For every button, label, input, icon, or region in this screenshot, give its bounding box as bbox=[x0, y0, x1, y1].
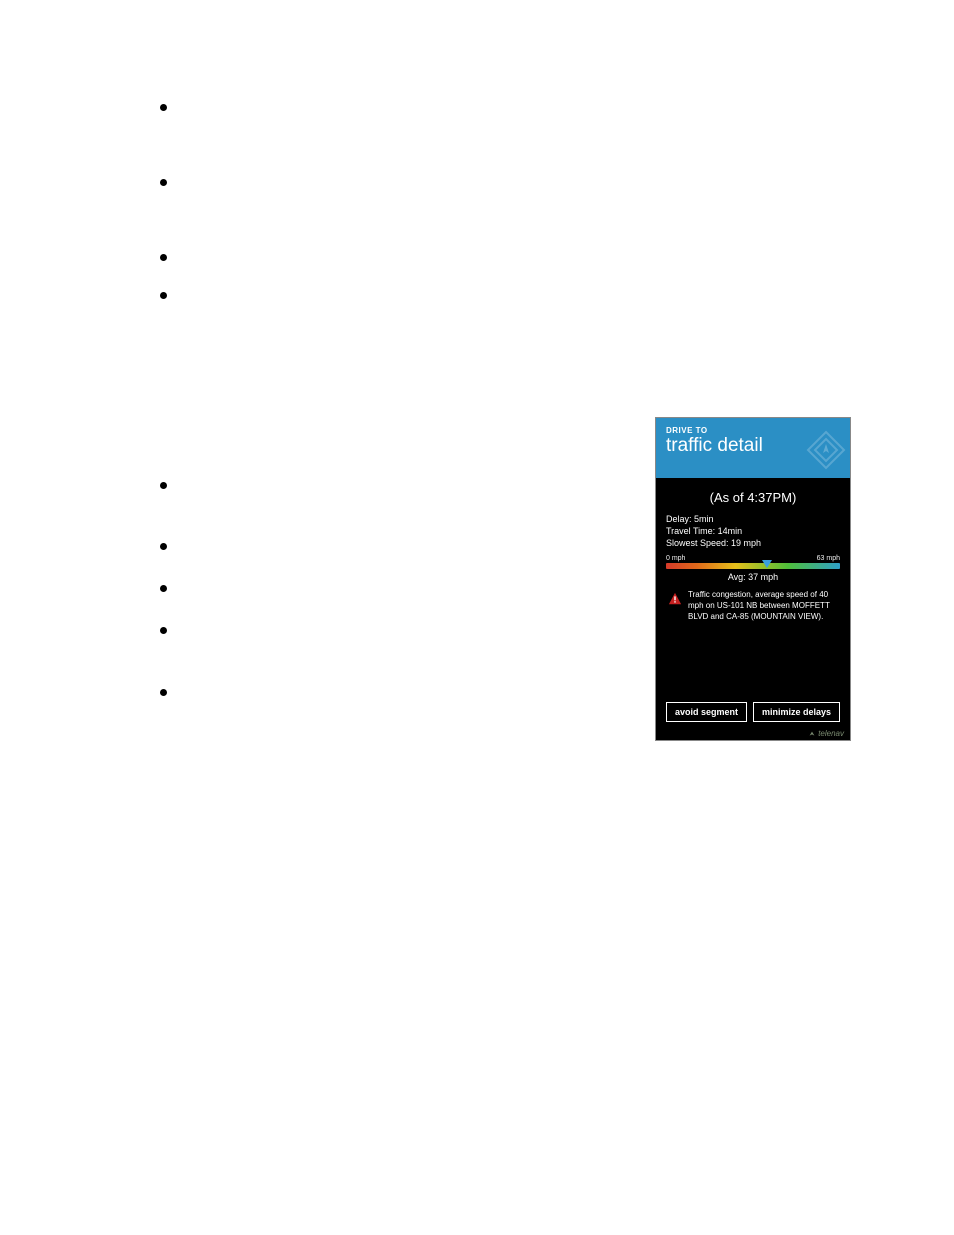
delay-value: Delay: 5min bbox=[666, 513, 840, 525]
slowest-speed-value: Slowest Speed: 19 mph bbox=[666, 537, 840, 549]
gauge-min-label: 0 mph bbox=[666, 555, 685, 562]
speed-gauge-marker-icon bbox=[762, 560, 772, 568]
bullet bbox=[160, 292, 167, 299]
bullet bbox=[160, 627, 167, 634]
avoid-segment-button[interactable]: avoid segment bbox=[666, 702, 747, 722]
incident-row: Traffic congestion, average speed of 40 … bbox=[666, 590, 840, 622]
bullet bbox=[160, 689, 167, 696]
speed-gauge-labels: 0 mph 63 mph bbox=[666, 555, 840, 562]
bullet bbox=[160, 104, 167, 111]
bullet bbox=[160, 585, 167, 592]
footer-brand-text: telenav bbox=[818, 729, 844, 738]
bullet bbox=[160, 482, 167, 489]
footer-brand: telenav bbox=[808, 729, 844, 738]
warning-icon bbox=[668, 592, 682, 606]
avg-speed-label: Avg: 37 mph bbox=[666, 572, 840, 582]
bullet bbox=[160, 179, 167, 186]
app-header: DRIVE TO traffic detail bbox=[656, 418, 850, 478]
content-area: (As of 4:37PM) Delay: 5min Travel Time: … bbox=[656, 478, 850, 623]
incident-description: Traffic congestion, average speed of 40 … bbox=[688, 590, 838, 622]
phone-screenshot: DRIVE TO traffic detail (As of 4:37PM) D… bbox=[655, 417, 851, 741]
minimize-delays-button[interactable]: minimize delays bbox=[753, 702, 840, 722]
traffic-stats: Delay: 5min Travel Time: 14min Slowest S… bbox=[666, 513, 840, 549]
bullet bbox=[160, 543, 167, 550]
gauge-max-label: 63 mph bbox=[817, 555, 840, 562]
bullet bbox=[160, 254, 167, 261]
brand-mark-icon bbox=[808, 730, 816, 738]
action-button-row: avoid segment minimize delays bbox=[656, 702, 850, 722]
speed-gauge bbox=[666, 563, 840, 569]
travel-time-value: Travel Time: 14min bbox=[666, 525, 840, 537]
as-of-timestamp: (As of 4:37PM) bbox=[666, 490, 840, 505]
app-logo-icon bbox=[806, 430, 846, 470]
